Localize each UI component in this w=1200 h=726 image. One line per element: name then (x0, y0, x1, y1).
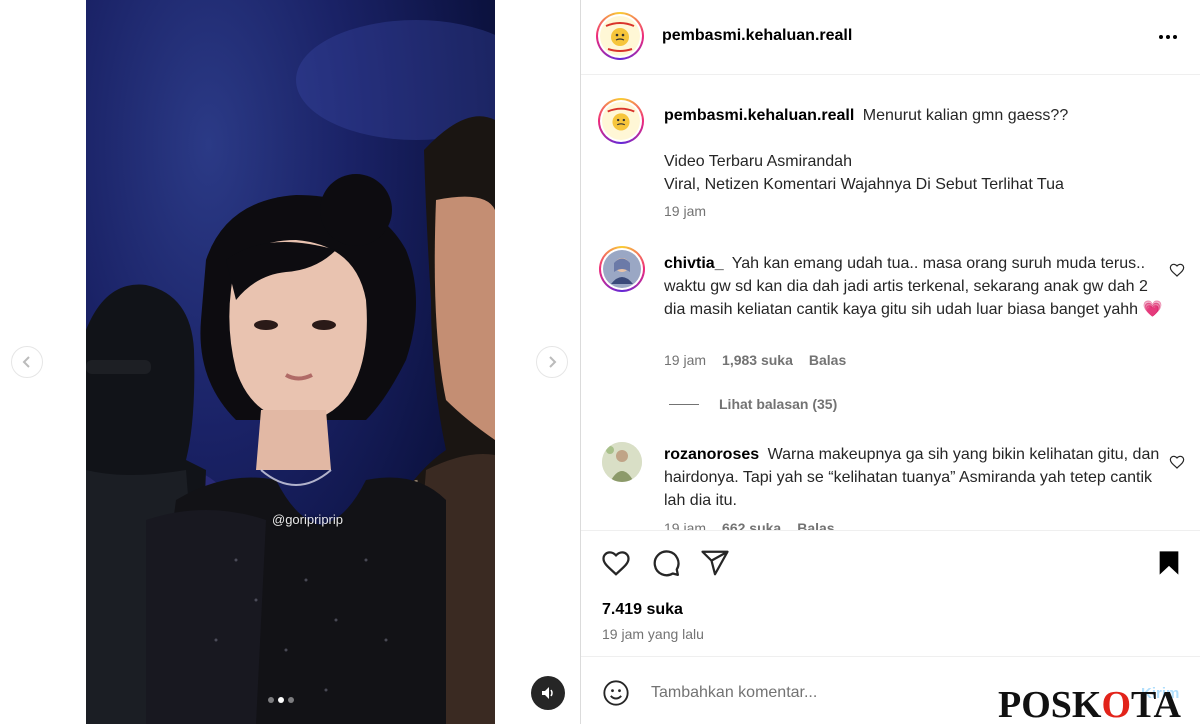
author-avatar[interactable] (596, 12, 644, 60)
chevron-left-icon (22, 356, 30, 368)
caption-text: Menurut kalian gmn gaess?? (862, 107, 1069, 124)
media-panel: @goripriprip (0, 0, 580, 724)
view-replies-button[interactable]: Lihat balasan (35) (669, 396, 837, 412)
comment-time[interactable]: 19 jam (664, 352, 706, 368)
caption-author-avatar[interactable] (598, 98, 644, 144)
commenter-avatar[interactable] (599, 246, 645, 292)
photo-watermark: @goripriprip (272, 512, 343, 527)
comment-like-icon[interactable] (1169, 454, 1185, 470)
reply-button[interactable]: Balas (809, 352, 846, 368)
heart-emoji: 💗 (1142, 301, 1163, 318)
more-options-button[interactable] (1155, 25, 1181, 49)
comment-time[interactable]: 19 jam (664, 520, 706, 530)
like-icon[interactable] (601, 548, 631, 578)
carousel-dot-active[interactable] (278, 697, 284, 703)
comments-list[interactable]: pembasmi.kehaluan.reall Menurut kalian g… (581, 76, 1200, 530)
more-dots-icon (1159, 35, 1177, 39)
post-actions: 7.419 suka 19 jam yang lalu (581, 530, 1200, 655)
post-photo[interactable]: @goripriprip (86, 0, 495, 724)
poskota-logo: POSKOTA (998, 686, 1181, 724)
comment-text: Yah kan emang udah tua.. masa orang suru… (664, 255, 1148, 318)
logo-text-a: POSK (998, 684, 1102, 726)
commenter-avatar[interactable] (602, 442, 642, 482)
post-header: pembasmi.kehaluan.reall (581, 0, 1200, 75)
commenter-avatar-image (603, 250, 641, 288)
post-sidebar: pembasmi.kehaluan.reall pembasmi.kehalua… (581, 0, 1200, 724)
likes-count[interactable]: 7.419 suka (602, 601, 683, 619)
previous-button[interactable] (11, 346, 43, 378)
logo-text-b: TA (1131, 684, 1181, 726)
view-replies-label: Lihat balasan (35) (719, 396, 838, 412)
author-username[interactable]: pembasmi.kehaluan.reall (662, 27, 852, 45)
carousel-dot[interactable] (288, 697, 294, 703)
replies-line (669, 403, 699, 405)
share-icon[interactable] (700, 548, 730, 578)
chevron-right-icon (549, 356, 557, 368)
comment-username[interactable]: rozanoroses (664, 446, 759, 463)
comment-like-icon[interactable] (1169, 262, 1185, 278)
reply-button[interactable]: Balas (797, 520, 834, 530)
caption-username[interactable]: pembasmi.kehaluan.reall (664, 107, 854, 124)
next-button[interactable] (536, 346, 568, 378)
photo-illustration (86, 20, 495, 724)
author-avatar-image (605, 22, 635, 52)
post-time-ago[interactable]: 19 jam yang lalu (602, 626, 704, 642)
logo-text-o: O (1101, 684, 1132, 726)
speaker-icon (542, 687, 553, 699)
carousel-dot[interactable] (268, 697, 274, 703)
comment-username[interactable]: chivtia_ (664, 255, 724, 272)
comment: chivtia_ Yah kan emang udah tua.. masa o… (581, 244, 1200, 444)
comment: rozanoroses Warna makeupnya ga sih yang … (581, 436, 1200, 530)
audio-toggle-button[interactable] (531, 676, 565, 710)
caption-time[interactable]: 19 jam (664, 203, 706, 219)
commenter-avatar-image (602, 442, 642, 482)
carousel-dots (268, 697, 294, 703)
caption-body: Video Terbaru Asmirandah Viral, Netizen … (664, 153, 1064, 193)
emoji-icon[interactable] (602, 679, 630, 707)
comment-likes[interactable]: 662 suka (722, 520, 781, 530)
save-bookmark-icon[interactable] (1155, 548, 1183, 578)
caption-avatar-image (607, 107, 635, 131)
comment-icon[interactable] (651, 548, 681, 578)
comment-likes[interactable]: 1,983 suka (722, 352, 793, 368)
